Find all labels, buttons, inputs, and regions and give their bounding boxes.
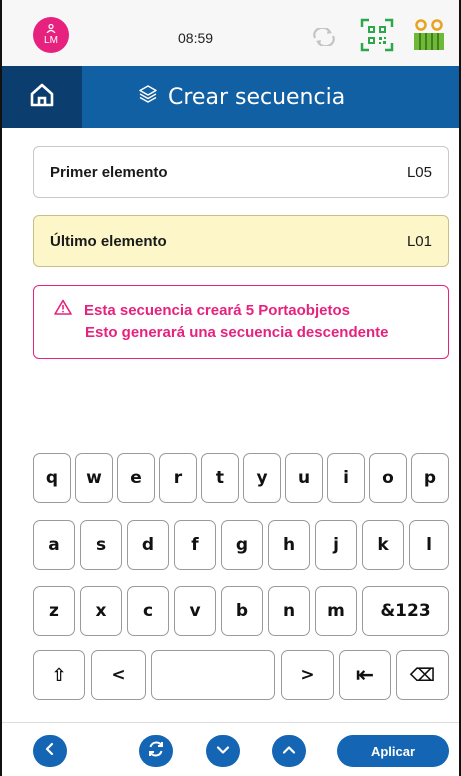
key-n[interactable]: n (268, 586, 310, 636)
refresh-button[interactable] (139, 735, 173, 767)
warning-line-2: Esto generará una secuencia descendente (85, 324, 389, 341)
warning-icon (54, 299, 84, 322)
chevron-down-icon (216, 742, 230, 760)
first-element-field[interactable]: Primer elemento L05 (33, 146, 449, 198)
key-z[interactable]: z (33, 586, 75, 636)
key-m[interactable]: m (315, 586, 357, 636)
key-s[interactable]: s (80, 520, 122, 570)
layers-icon (138, 84, 168, 110)
key-o[interactable]: o (369, 453, 407, 503)
key-x[interactable]: x (80, 586, 122, 636)
apply-button[interactable]: Aplicar (337, 735, 449, 767)
last-element-label: Último elemento (50, 232, 167, 250)
user-icon (46, 23, 56, 35)
key-t[interactable]: t (201, 453, 239, 503)
key-g[interactable]: g (221, 520, 263, 570)
key-w[interactable]: w (75, 453, 113, 503)
key-left-arrow[interactable]: < (91, 650, 146, 700)
key-tab-back[interactable]: ⇤ (339, 650, 391, 700)
page-title-text: Crear secuencia (168, 84, 346, 110)
chevron-up-icon (282, 742, 296, 760)
key-backspace[interactable]: ⌫ (396, 650, 449, 700)
key-r[interactable]: r (159, 453, 197, 503)
key-k[interactable]: k (362, 520, 404, 570)
sync-icon (310, 26, 338, 51)
chevron-left-icon (44, 742, 56, 761)
key-j[interactable]: j (315, 520, 357, 570)
warning-box: Esta secuencia creará 5 Portaobjetos Est… (33, 285, 449, 359)
avatar-initials: LM (44, 35, 58, 46)
key-h[interactable]: h (268, 520, 310, 570)
qr-scanner-icon[interactable] (360, 18, 394, 57)
app-header: Crear secuencia (2, 66, 459, 128)
key-d[interactable]: d (127, 520, 169, 570)
back-button[interactable] (33, 735, 67, 767)
key-right-arrow[interactable]: > (281, 650, 334, 700)
key-a[interactable]: a (33, 520, 75, 570)
refresh-icon (147, 740, 165, 763)
first-element-value: L05 (406, 163, 432, 181)
key-u[interactable]: u (285, 453, 323, 503)
key-l[interactable]: l (409, 520, 449, 570)
avatar[interactable]: LM (33, 17, 69, 53)
clock-time: 08:59 (178, 30, 214, 46)
key-b[interactable]: b (221, 586, 263, 636)
key-e[interactable]: e (117, 453, 155, 503)
key-shift[interactable]: ⇧ (33, 650, 85, 700)
key-p[interactable]: p (411, 453, 449, 503)
status-bar: LM 08:59 (2, 0, 459, 66)
move-up-button[interactable] (272, 735, 306, 767)
slide-rack-icon[interactable] (412, 18, 446, 57)
key-space[interactable] (151, 650, 275, 700)
key-y[interactable]: y (243, 453, 281, 503)
key-f[interactable]: f (174, 520, 216, 570)
key-symbols[interactable]: &123 (362, 586, 449, 636)
key-v[interactable]: v (174, 586, 216, 636)
key-q[interactable]: q (33, 453, 71, 503)
home-button[interactable] (2, 66, 82, 128)
home-icon (29, 82, 55, 113)
page-title: Crear secuencia (138, 66, 345, 128)
key-c[interactable]: c (127, 586, 169, 636)
key-i[interactable]: i (327, 453, 365, 503)
last-element-field[interactable]: Último elemento L01 (33, 215, 449, 267)
last-element-value: L01 (406, 232, 432, 250)
move-down-button[interactable] (206, 735, 240, 767)
first-element-label: Primer elemento (50, 163, 168, 181)
device-frame: LM 08:59 Crear secuencia Primer elemento… (0, 0, 461, 776)
bottom-bar: Aplicar (2, 722, 459, 776)
warning-line-1: Esta secuencia creará 5 Portaobjetos (84, 301, 350, 319)
